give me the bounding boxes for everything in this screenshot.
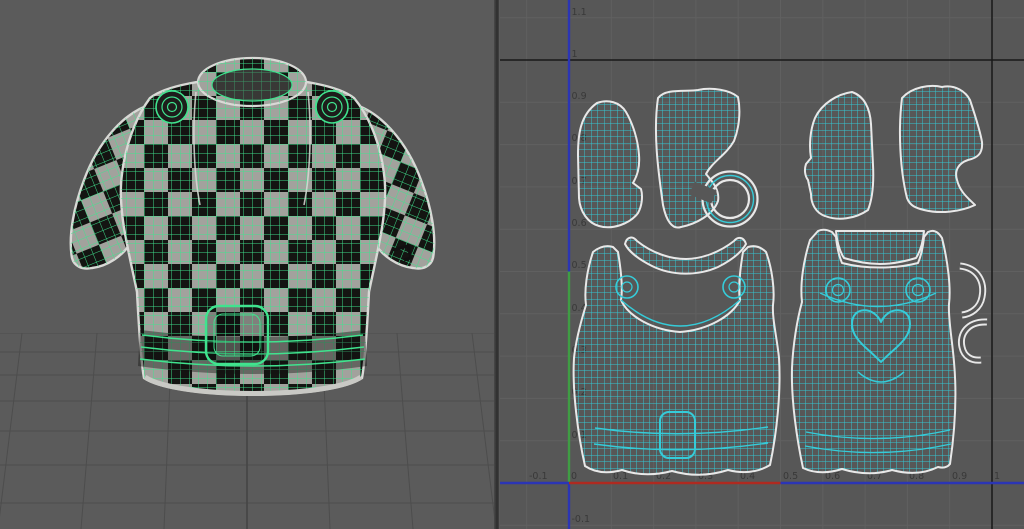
perspective-viewport[interactable] (0, 0, 494, 529)
left-shoulder-disc (156, 91, 188, 123)
uv-editor-panel[interactable]: -0.1 0 0.1 0.2 0.3 0.4 0.5 0.6 0.7 0.8 0… (500, 0, 1024, 529)
u-label: -0.1 (529, 471, 548, 482)
v-label: 0.6 (572, 218, 587, 229)
u-label: 0.5 (783, 471, 798, 482)
v-label: -0.1 (572, 514, 591, 525)
v-label: 1 (572, 49, 578, 60)
back-yoke-uv (836, 231, 924, 264)
u-label: 0 (571, 471, 577, 482)
v-label: 0.9 (572, 91, 587, 102)
v-label: 0.5 (572, 260, 587, 271)
right-shoulder-disc (316, 91, 348, 123)
u-label: 1 (994, 471, 1000, 482)
collar (198, 58, 306, 106)
belt-buckle (206, 306, 268, 364)
application-window: -0.1 0 0.1 0.2 0.3 0.4 0.5 0.6 0.7 0.8 0… (0, 0, 1024, 529)
v-label: 1.1 (572, 7, 587, 18)
ring-gap (692, 188, 714, 197)
u-label: 0.1 (613, 471, 628, 482)
u-label: 0.9 (952, 471, 967, 482)
